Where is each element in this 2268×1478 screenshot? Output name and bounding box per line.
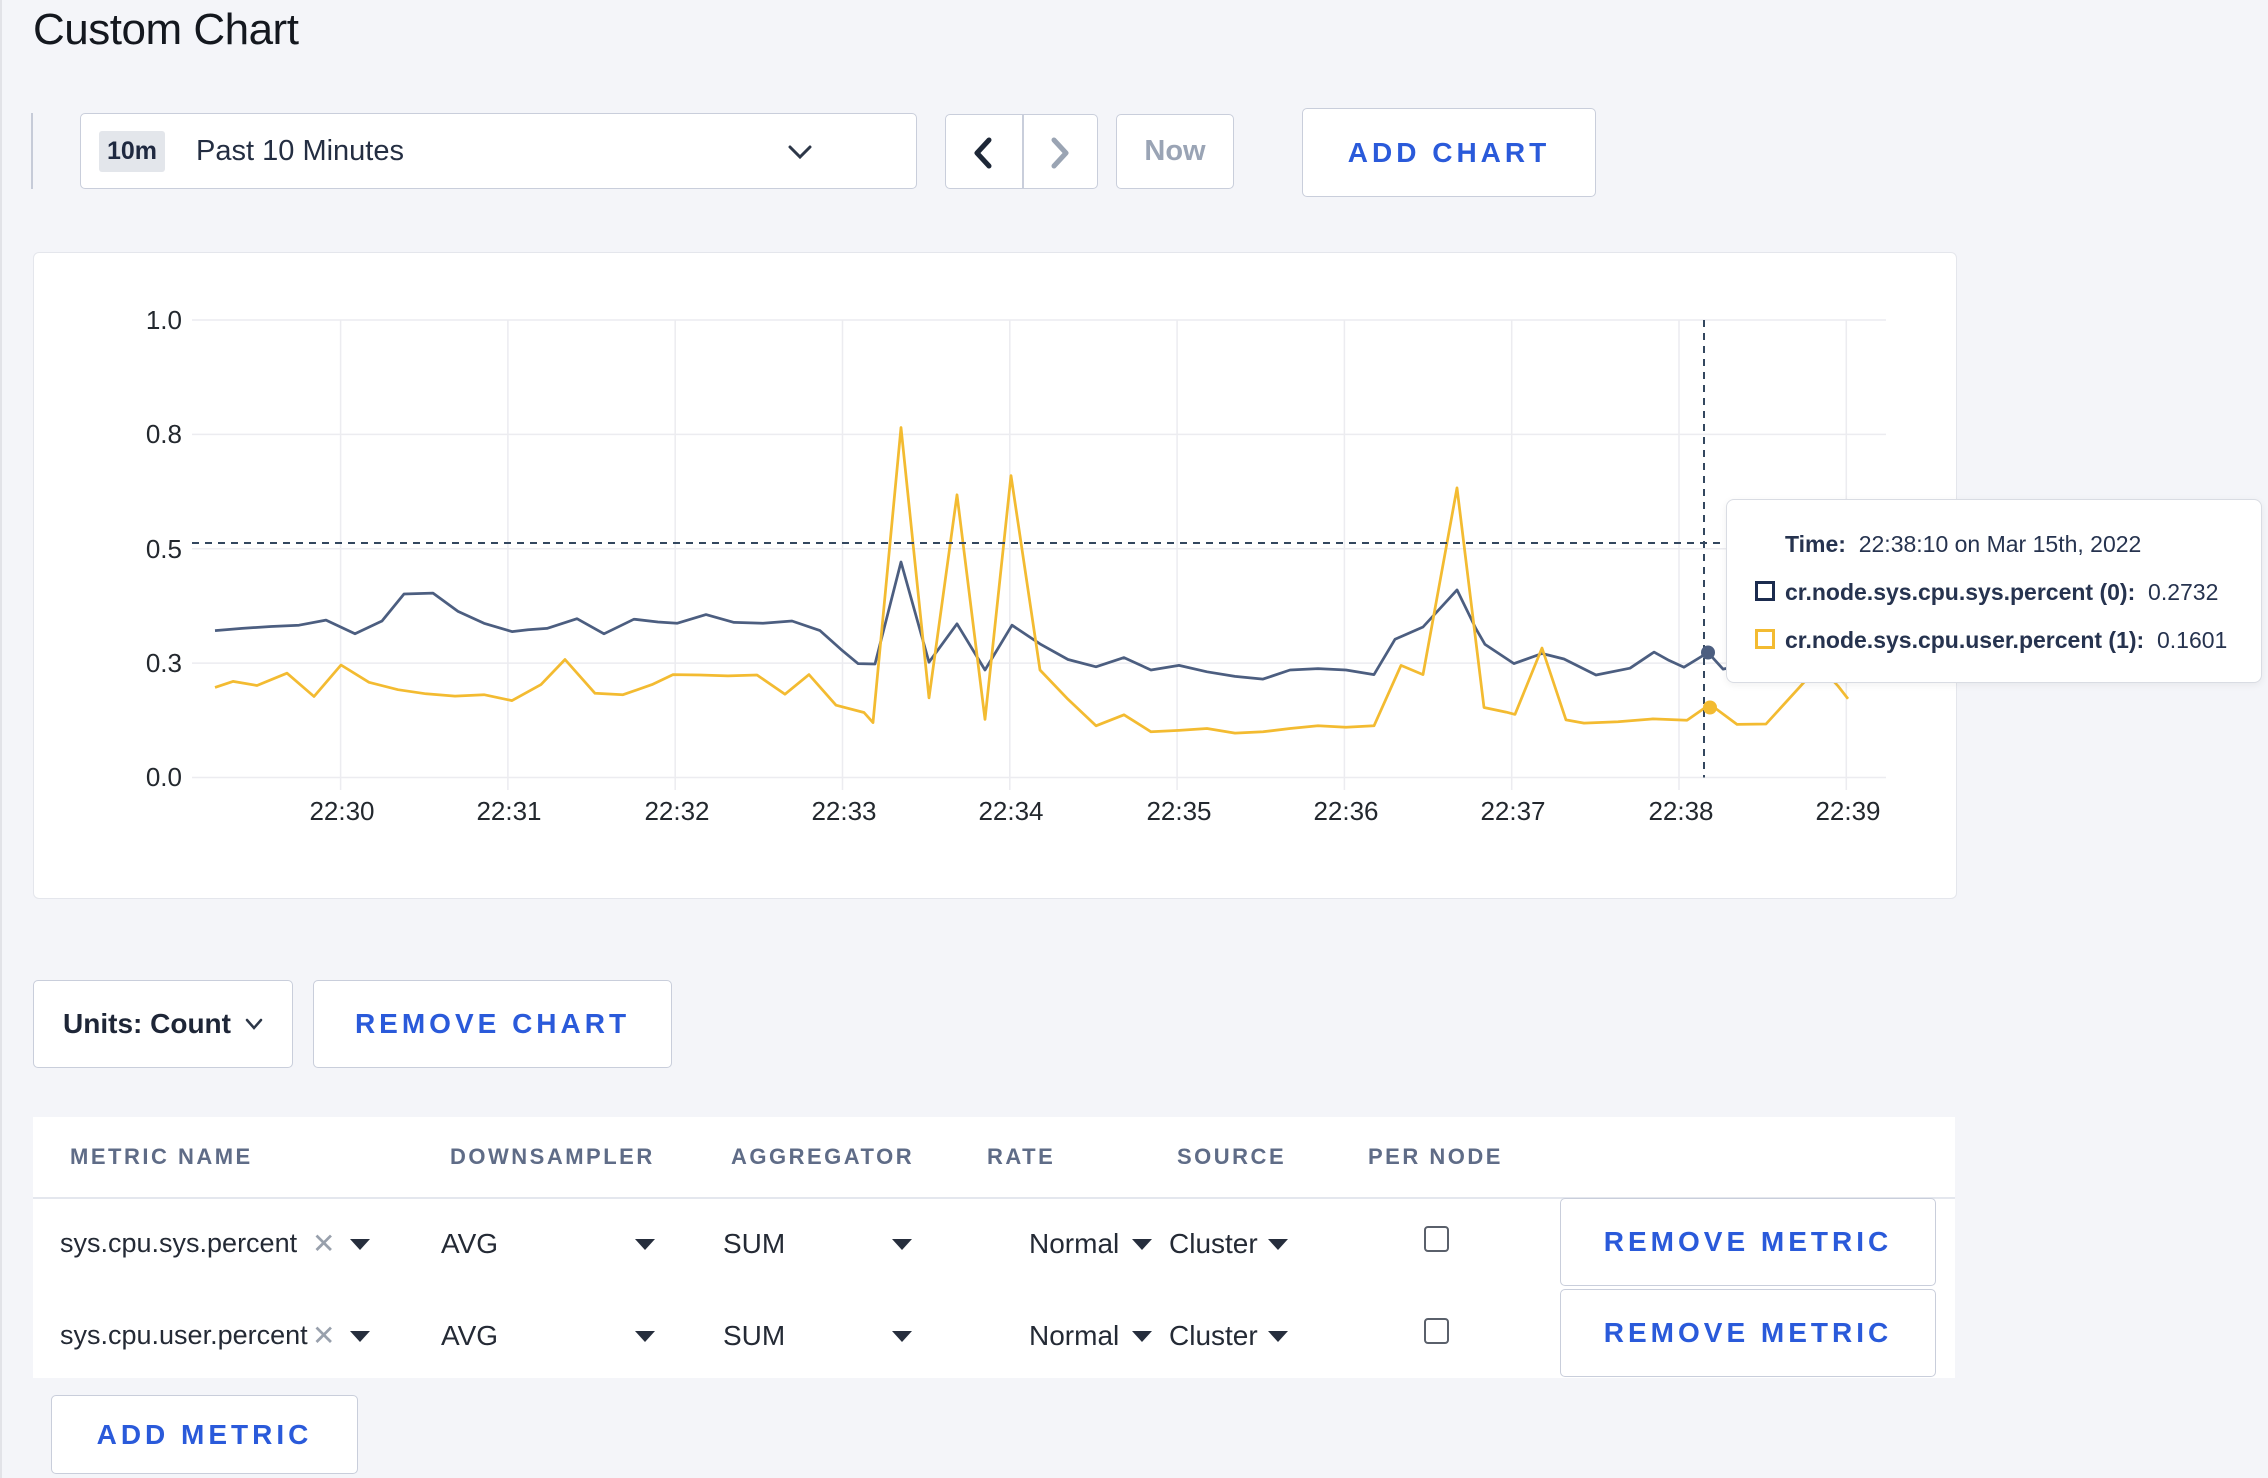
- svg-text:22:32: 22:32: [644, 796, 709, 826]
- svg-text:22:33: 22:33: [811, 796, 876, 826]
- svg-text:1.0: 1.0: [146, 305, 182, 335]
- svg-text:22:35: 22:35: [1146, 796, 1211, 826]
- svg-text:0.3: 0.3: [146, 648, 182, 678]
- svg-text:0.5: 0.5: [146, 534, 182, 564]
- svg-text:0.8: 0.8: [146, 419, 182, 449]
- svg-text:22:34: 22:34: [978, 796, 1043, 826]
- svg-text:22:30: 22:30: [309, 796, 374, 826]
- svg-text:0.0: 0.0: [146, 762, 182, 792]
- svg-text:22:38: 22:38: [1648, 796, 1713, 826]
- svg-text:22:39: 22:39: [1815, 796, 1880, 826]
- svg-text:22:36: 22:36: [1313, 796, 1378, 826]
- svg-text:22:31: 22:31: [476, 796, 541, 826]
- svg-text:22:37: 22:37: [1480, 796, 1545, 826]
